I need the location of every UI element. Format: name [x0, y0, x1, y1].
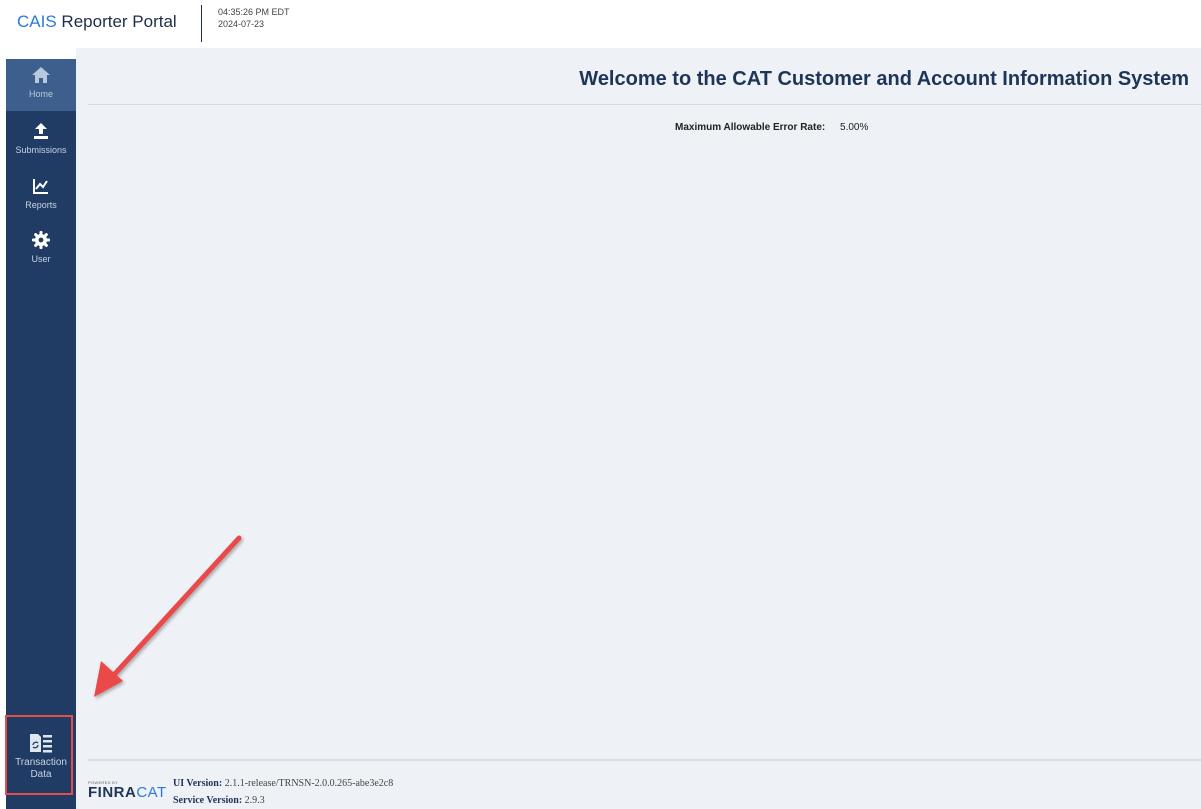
sidebar-item-reports[interactable]: Reports — [6, 170, 76, 222]
logo-cat: CAT — [136, 784, 167, 801]
error-rate-label: Maximum Allowable Error Rate: — [675, 122, 826, 133]
footer-divider — [88, 759, 1201, 761]
logo-finra: FINRA — [88, 784, 137, 801]
home-icon — [32, 67, 50, 83]
sidebar-item-submissions[interactable]: Submissions — [6, 115, 76, 167]
header-clock: 04:35:26 PM EDT 2024-07-23 — [218, 6, 290, 30]
header-date: 2024-07-23 — [218, 19, 265, 29]
sidebar-item-user[interactable]: User — [6, 224, 76, 276]
version-info: UI Version: 2.1.1-release/TRNSN-2.0.0.26… — [173, 775, 393, 809]
gear-icon — [32, 231, 50, 249]
upload-icon — [34, 123, 48, 139]
top-header: CAIS Reporter Portal 04:35:26 PM EDT 202… — [0, 0, 1201, 48]
ui-version-label: UI Version: — [173, 778, 223, 789]
sidebar-item-label: Reports — [25, 200, 57, 210]
annotation-highlight-box — [5, 715, 73, 795]
error-rate-row: Maximum Allowable Error Rate: 5.00% — [675, 122, 868, 133]
main-content: Welcome to the CAT Customer and Account … — [76, 48, 1201, 809]
sidebar-item-label: Home — [28, 89, 53, 99]
error-rate-value: 5.00% — [840, 122, 869, 133]
sidebar-item-label: User — [31, 254, 51, 264]
header-divider — [201, 5, 202, 42]
finra-cat-logo: POWERED BY FINRACAT — [88, 780, 166, 801]
sidebar-item-home[interactable]: Home — [6, 59, 76, 111]
sidebar-item-label: Submissions — [15, 145, 67, 155]
chart-icon — [33, 179, 48, 194]
brand-cais: CAIS — [17, 12, 57, 31]
service-version-value: 2.9.3 — [244, 795, 265, 806]
app-title[interactable]: CAIS Reporter Portal — [17, 12, 177, 32]
header-time: 04:35:26 PM EDT — [218, 7, 290, 17]
page-title: Welcome to the CAT Customer and Account … — [579, 68, 1189, 90]
service-version-label: Service Version: — [173, 795, 243, 806]
title-divider — [88, 104, 1201, 105]
sidebar: Home Submissions Reports User Transactio… — [6, 59, 76, 809]
brand-reporter-portal: Reporter Portal — [61, 12, 177, 31]
ui-version-value: 2.1.1-release/TRNSN-2.0.0.265-abe3e2c8 — [224, 778, 394, 789]
